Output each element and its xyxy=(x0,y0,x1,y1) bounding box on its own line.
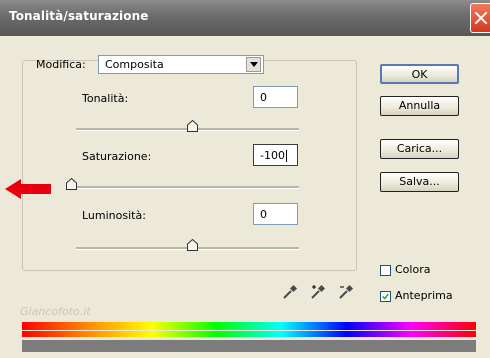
chevron-down-icon[interactable] xyxy=(246,57,261,72)
eyedropper-minus-icon[interactable] xyxy=(338,284,354,300)
red-arrow-icon xyxy=(5,179,51,199)
ok-button[interactable]: OK xyxy=(380,64,459,84)
saturation-label: Saturazione: xyxy=(82,150,152,163)
saturation-slider-thumb[interactable] xyxy=(66,178,77,190)
watermark: Giancofoto.it xyxy=(20,305,91,318)
title-bar[interactable]: Tonalità/saturazione xyxy=(0,0,490,36)
edit-select[interactable]: Composita xyxy=(98,55,264,74)
edit-label: Modifica: xyxy=(36,58,86,71)
lightness-input[interactable]: 0 xyxy=(253,203,298,225)
window-title: Tonalità/saturazione xyxy=(9,9,149,23)
colorize-checkbox[interactable] xyxy=(380,265,391,276)
close-icon[interactable] xyxy=(470,3,490,33)
cancel-button[interactable]: Annulla xyxy=(380,96,459,116)
saturation-slider-track[interactable] xyxy=(72,186,299,189)
preview-label: Anteprima xyxy=(395,289,453,302)
input-color-bar xyxy=(22,322,476,330)
eyedropper-plus-icon[interactable] xyxy=(310,284,326,300)
saturation-input[interactable]: -100 xyxy=(253,144,298,166)
lightness-label: Luminosità: xyxy=(82,209,146,222)
save-button[interactable]: Salva... xyxy=(380,172,459,192)
colorize-label: Colora xyxy=(395,263,431,276)
preview-checkbox[interactable] xyxy=(380,291,391,302)
lightness-slider-thumb[interactable] xyxy=(187,239,198,251)
hue-input[interactable]: 0 xyxy=(253,86,298,108)
hue-slider-thumb[interactable] xyxy=(187,120,198,132)
hue-saturation-dialog: Tonalità/saturazione Modifica: Composita… xyxy=(0,0,490,358)
load-button[interactable]: Carica... xyxy=(380,139,459,159)
edit-select-value: Composita xyxy=(105,58,164,71)
text-caret xyxy=(285,150,287,162)
output-gray-bar xyxy=(22,340,476,352)
saturation-input-value: -100 xyxy=(260,149,285,162)
checkmark-icon xyxy=(382,293,389,300)
eyedropper-icon[interactable] xyxy=(282,284,298,300)
hue-label: Tonalità: xyxy=(82,92,129,105)
output-color-bar xyxy=(22,331,476,337)
